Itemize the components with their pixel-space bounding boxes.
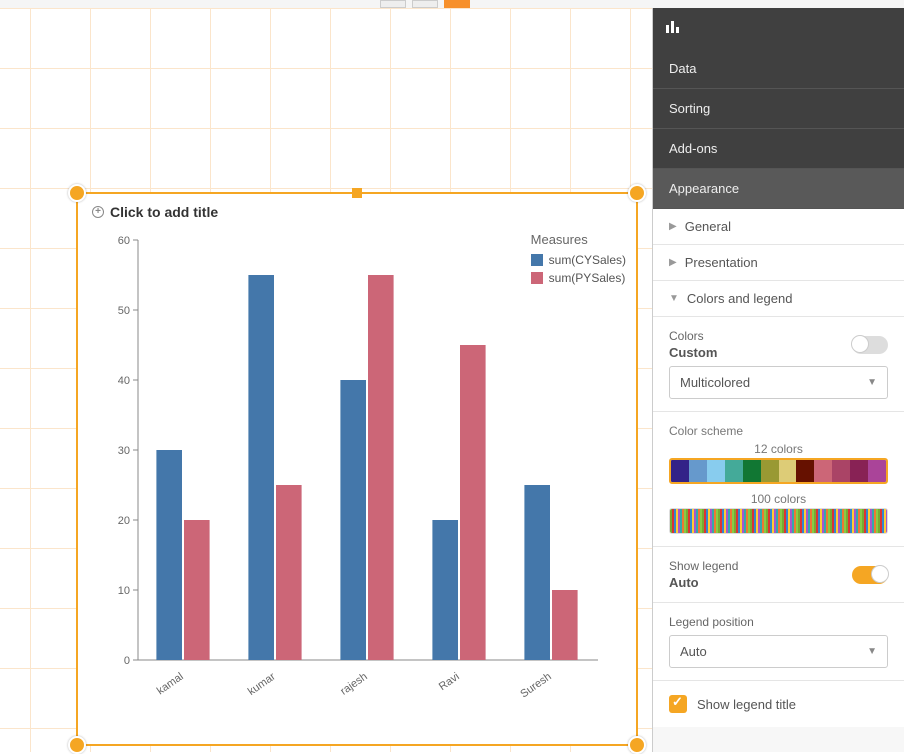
colors-block: Colors Custom Multicolored ▼ — [653, 317, 904, 412]
svg-text:60: 60 — [118, 235, 130, 247]
sub-label: Presentation — [685, 255, 758, 270]
resize-handle-tl[interactable] — [68, 184, 86, 202]
canvas-area: + Click to add title Measures sum(CYSale… — [0, 8, 652, 752]
caret-right-icon: ▶ — [669, 257, 677, 268]
show-legend-label: Show legend — [669, 559, 738, 573]
chart-title-text: Click to add title — [110, 204, 218, 220]
chevron-down-icon: ▼ — [867, 377, 877, 388]
svg-text:30: 30 — [118, 445, 130, 457]
barchart-icon — [653, 8, 904, 49]
section-addons[interactable]: Add-ons — [653, 129, 904, 169]
sub-general[interactable]: ▶ General — [653, 209, 904, 245]
show-legend-toggle[interactable] — [852, 566, 888, 584]
svg-text:kamal: kamal — [155, 671, 186, 698]
legend-position-label: Legend position — [669, 615, 888, 629]
select-value: Auto — [680, 644, 707, 659]
caret-right-icon: ▶ — [669, 221, 677, 232]
chevron-down-icon: ▼ — [867, 646, 877, 657]
toolbar-btn-active[interactable] — [444, 0, 470, 8]
svg-text:kumar: kumar — [246, 670, 278, 698]
show-legend-title-row: Show legend title — [653, 681, 904, 727]
svg-text:10: 10 — [118, 585, 130, 597]
sub-colors-legend[interactable]: ▼ Colors and legend — [653, 281, 904, 317]
resize-handle-br[interactable] — [628, 736, 646, 754]
resize-handle-tm[interactable] — [352, 188, 362, 198]
legend-position-block: Legend position Auto ▼ — [653, 603, 904, 681]
toolbar-btn[interactable] — [380, 0, 406, 8]
svg-text:rajesh: rajesh — [338, 671, 369, 698]
chart-object[interactable]: + Click to add title Measures sum(CYSale… — [76, 192, 638, 746]
resize-handle-bl[interactable] — [68, 736, 86, 754]
properties-panel: Data Sorting Add-ons Appearance ▶ Genera… — [652, 8, 904, 752]
legend-position-select[interactable]: Auto ▼ — [669, 635, 888, 668]
svg-text:Suresh: Suresh — [518, 671, 553, 701]
show-legend-value: Auto — [669, 575, 738, 590]
scheme-label: Color scheme — [669, 424, 888, 438]
sub-presentation[interactable]: ▶ Presentation — [653, 245, 904, 281]
section-sorting[interactable]: Sorting — [653, 89, 904, 129]
caret-down-icon: ▼ — [669, 293, 679, 304]
color-scheme-block: Color scheme 12 colors 100 colors — [653, 412, 904, 547]
svg-text:50: 50 — [118, 305, 130, 317]
show-legend-title-label: Show legend title — [697, 697, 796, 712]
add-icon: + — [92, 206, 104, 218]
toolbar-btn[interactable] — [412, 0, 438, 8]
select-value: Multicolored — [680, 375, 750, 390]
chart-plot: 0 10 20 30 40 50 60 kamal kumar rajesh Ravi Suresh — [98, 230, 608, 710]
accordion: Data Sorting Add-ons Appearance — [653, 49, 904, 209]
sub-label: General — [685, 219, 731, 234]
appearance-subsections: ▶ General ▶ Presentation ▼ Colors and le… — [653, 209, 904, 727]
colors-toggle[interactable] — [852, 336, 888, 354]
resize-handle-tr[interactable] — [628, 184, 646, 202]
scheme-100-colors[interactable] — [669, 508, 888, 534]
svg-text:Ravi: Ravi — [437, 671, 462, 693]
colors-mode-select[interactable]: Multicolored ▼ — [669, 366, 888, 399]
show-legend-block: Show legend Auto — [653, 547, 904, 603]
sub-label: Colors and legend — [687, 291, 793, 306]
chart-title-placeholder[interactable]: + Click to add title — [78, 194, 636, 230]
svg-text:0: 0 — [124, 655, 130, 667]
section-appearance[interactable]: Appearance — [653, 169, 904, 209]
svg-text:20: 20 — [118, 515, 130, 527]
section-data[interactable]: Data — [653, 49, 904, 89]
scheme-12-label: 12 colors — [669, 442, 888, 456]
colors-value: Custom — [669, 345, 717, 360]
show-legend-title-checkbox[interactable] — [669, 695, 687, 713]
colors-label: Colors — [669, 329, 717, 343]
scheme-100-label: 100 colors — [669, 492, 888, 506]
scheme-12-colors[interactable] — [669, 458, 888, 484]
svg-text:40: 40 — [118, 375, 130, 387]
top-toolbar — [0, 0, 904, 8]
